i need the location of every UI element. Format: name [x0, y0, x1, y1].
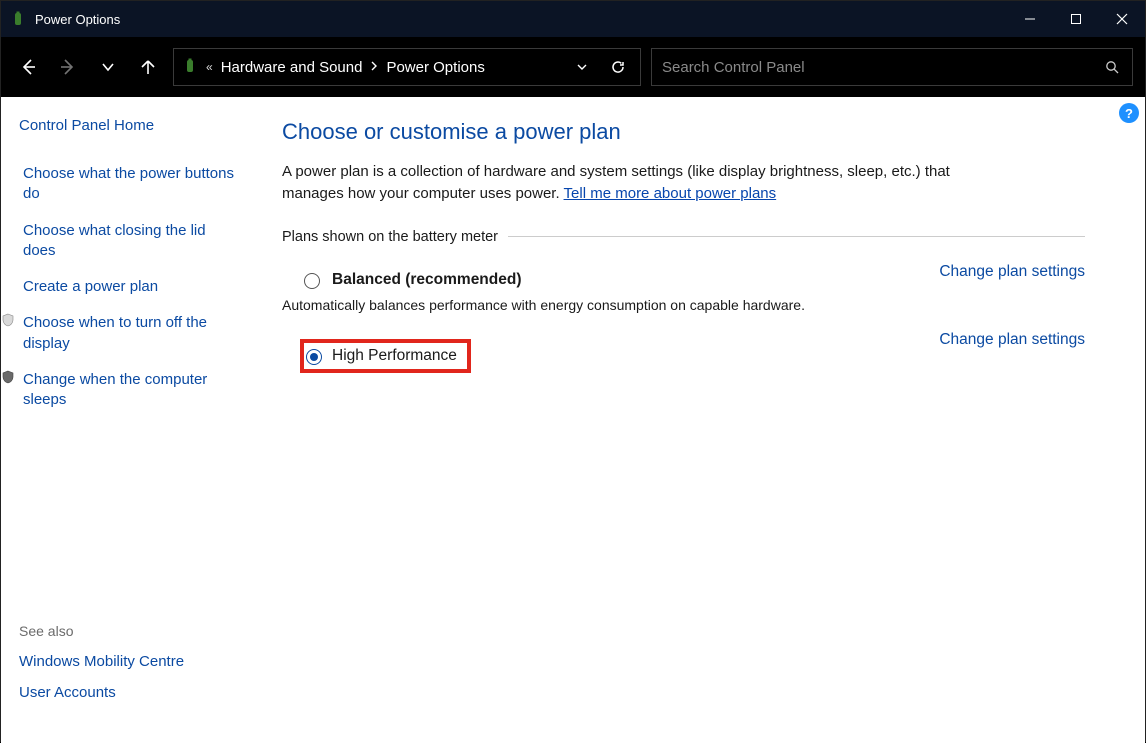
refresh-button[interactable]	[604, 53, 632, 81]
help-icon[interactable]: ?	[1119, 103, 1139, 123]
close-button[interactable]	[1099, 1, 1145, 37]
breadcrumb-prefix-icon: «	[206, 60, 213, 74]
window-title: Power Options	[35, 12, 120, 27]
shield-icon	[0, 313, 17, 354]
plan-high-performance: High Performance Change plan settings	[282, 331, 1085, 381]
power-options-icon	[9, 10, 27, 28]
breadcrumb-item[interactable]: Hardware and Sound	[221, 59, 363, 76]
plan-name: Balanced (recommended)	[332, 271, 522, 289]
sidebar-link-label: Create a power plan	[23, 277, 158, 297]
page-title: Choose or customise a power plan	[282, 119, 1085, 145]
divider	[508, 236, 1085, 237]
sidebar-link-label: Choose what closing the lid does	[23, 221, 242, 262]
sidebar-link-label: Change when the computer sleeps	[23, 370, 242, 411]
see-also-link-user-accounts[interactable]: User Accounts	[19, 684, 242, 701]
address-bar[interactable]: « Hardware and Sound Power Options	[173, 48, 641, 86]
maximize-button[interactable]	[1053, 1, 1099, 37]
power-options-icon	[182, 58, 198, 77]
forward-button[interactable]	[53, 52, 83, 82]
content-area: ? Control Panel Home Choose what the pow…	[1, 97, 1145, 743]
see-also-heading: See also	[19, 623, 242, 639]
titlebar: Power Options	[1, 1, 1145, 37]
shield-icon	[0, 370, 17, 411]
sidebar-link-display-off[interactable]: Choose when to turn off the display	[19, 307, 242, 360]
highlight-box: High Performance	[300, 339, 471, 373]
see-also-link-mobility[interactable]: Windows Mobility Centre	[19, 653, 242, 670]
search-icon[interactable]	[1102, 60, 1122, 74]
breadcrumb-item[interactable]: Power Options	[386, 59, 484, 76]
plan-option-balanced[interactable]: Balanced (recommended)	[282, 263, 522, 297]
change-plan-settings-link[interactable]: Change plan settings	[939, 263, 1085, 281]
plan-option-high-performance[interactable]: High Performance	[282, 331, 471, 381]
plans-group-label: Plans shown on the battery meter	[282, 229, 1085, 245]
plan-description: Automatically balances performance with …	[282, 297, 1085, 313]
address-dropdown-button[interactable]	[568, 53, 596, 81]
plan-name: High Performance	[332, 347, 457, 365]
main-pane: Choose or customise a power plan A power…	[256, 97, 1145, 743]
sidebar-link-power-buttons[interactable]: Choose what the power buttons do	[19, 158, 242, 211]
fieldset-text: Plans shown on the battery meter	[282, 229, 498, 245]
tell-me-more-link[interactable]: Tell me more about power plans	[564, 185, 777, 202]
sidebar: Control Panel Home Choose what the power…	[1, 97, 256, 743]
search-input[interactable]	[662, 59, 1102, 76]
recent-locations-button[interactable]	[93, 52, 123, 82]
control-panel-home-link[interactable]: Control Panel Home	[19, 117, 242, 134]
radio-unselected-icon[interactable]	[304, 273, 320, 289]
sidebar-link-sleep[interactable]: Change when the computer sleeps	[19, 364, 242, 417]
sidebar-link-lid[interactable]: Choose what closing the lid does	[19, 215, 242, 268]
plan-balanced: Balanced (recommended) Change plan setti…	[282, 263, 1085, 313]
change-plan-settings-link[interactable]: Change plan settings	[939, 331, 1085, 349]
search-bar[interactable]	[651, 48, 1133, 86]
chevron-right-icon	[370, 60, 378, 74]
sidebar-link-label: Choose when to turn off the display	[23, 313, 242, 354]
back-button[interactable]	[13, 52, 43, 82]
up-button[interactable]	[133, 52, 163, 82]
sidebar-link-label: Choose what the power buttons do	[23, 164, 242, 205]
sidebar-link-create-plan[interactable]: Create a power plan	[19, 271, 242, 303]
minimize-button[interactable]	[1007, 1, 1053, 37]
navbar: « Hardware and Sound Power Options	[1, 37, 1145, 97]
page-description: A power plan is a collection of hardware…	[282, 161, 1002, 205]
radio-selected-icon[interactable]	[306, 349, 322, 365]
